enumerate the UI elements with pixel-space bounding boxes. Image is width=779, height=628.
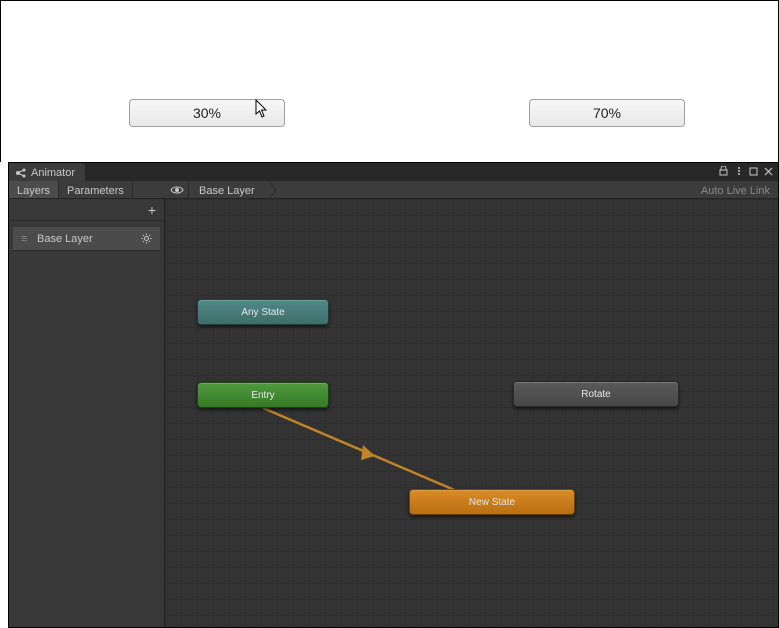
node-label: New State <box>469 497 515 508</box>
layer-item[interactable]: ≡ Base Layer <box>13 227 160 251</box>
gear-icon[interactable] <box>141 233 152 244</box>
window-controls <box>716 164 776 178</box>
percent-button-70[interactable]: 70% <box>529 99 685 127</box>
game-view: 30% 70% <box>0 0 779 162</box>
eye-icon <box>170 185 184 195</box>
toolbar-left: Layers Parameters <box>9 181 165 198</box>
drag-handle-icon: ≡ <box>21 233 29 245</box>
parameters-label: Parameters <box>67 185 124 197</box>
node-label: Entry <box>251 390 274 401</box>
layers-sidebar: + ≡ Base Layer <box>9 199 165 627</box>
animator-icon <box>15 167 27 179</box>
auto-live-link-toggle[interactable]: Auto Live Link <box>693 181 778 198</box>
layers-label: Layers <box>17 185 50 197</box>
node-label: Rotate <box>581 389 610 400</box>
animator-panel: Animator Layers Parameters <box>8 162 779 628</box>
breadcrumb: Base Layer <box>189 181 693 198</box>
breadcrumb-label: Base Layer <box>199 185 255 197</box>
state-node-any-state[interactable]: Any State <box>197 299 329 325</box>
animator-body: + ≡ Base Layer <box>9 199 778 627</box>
transition-edge-entry-to-new-state <box>165 199 778 627</box>
layers-tab-button[interactable]: Layers <box>9 181 59 198</box>
state-graph[interactable]: Any State Entry New State Rotate <box>165 199 778 627</box>
node-label: Any State <box>241 307 284 318</box>
button-label: 70% <box>593 105 621 121</box>
state-node-entry[interactable]: Entry <box>197 382 329 408</box>
close-icon[interactable] <box>761 164 776 178</box>
maximize-icon[interactable] <box>746 164 761 178</box>
plus-icon: + <box>148 202 156 218</box>
percent-button-30[interactable]: 30% <box>129 99 285 127</box>
parameters-tab-button[interactable]: Parameters <box>59 181 133 198</box>
button-label: 30% <box>193 105 221 121</box>
panel-tab-strip: Animator <box>9 163 778 181</box>
live-link-label: Auto Live Link <box>701 185 770 197</box>
animator-toolbar: Layers Parameters Base Layer Auto Live L… <box>9 181 778 199</box>
add-layer-button[interactable]: + <box>9 199 164 221</box>
tab-animator[interactable]: Animator <box>9 163 85 181</box>
state-node-new-state[interactable]: New State <box>409 489 575 515</box>
breadcrumb-root[interactable]: Base Layer <box>189 181 269 198</box>
state-node-rotate[interactable]: Rotate <box>513 381 679 407</box>
tab-label: Animator <box>31 167 75 179</box>
lock-icon[interactable] <box>716 164 731 178</box>
layer-name: Base Layer <box>37 233 93 245</box>
context-menu-icon[interactable] <box>731 164 746 178</box>
visibility-toggle[interactable] <box>165 181 189 198</box>
